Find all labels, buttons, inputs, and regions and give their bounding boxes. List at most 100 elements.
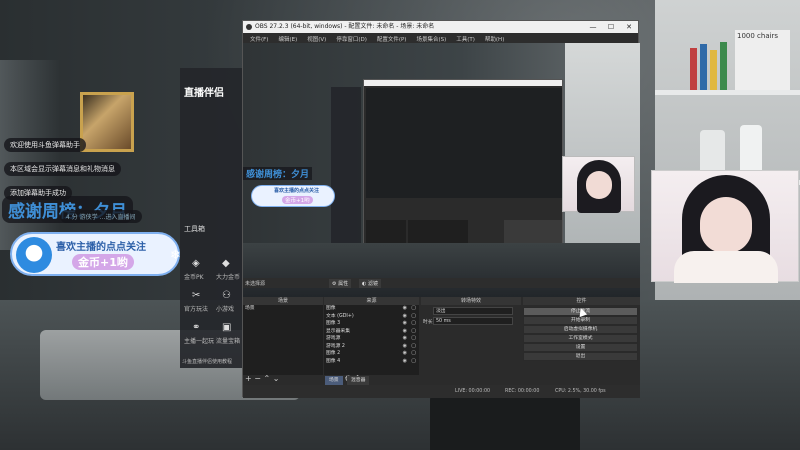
source-item[interactable]: 图像 2 ◉ ▢ (324, 350, 419, 358)
source-toolbar: 未选择源 ⚙ 属性 ◐ 滤镜 (243, 278, 640, 288)
douyu-helper-panel: 直播伴侣 工具箱 ◈ 金币PK ◆ 大力金币 ✂ 官方玩法 ⚇ 小游戏 ⚭ 主播… (180, 68, 242, 368)
tool-play-together[interactable]: 主播一起玩 (184, 336, 214, 345)
source-item[interactable]: 图像 4 ◉ ▢ (324, 358, 419, 366)
lock-icon[interactable]: ▢ (411, 335, 416, 343)
obs-titlebar[interactable]: OBS 27.2.3 (64-bit, windows) - 配置文件: 未命名… (243, 21, 638, 33)
cpu-fps: CPU: 2.5%, 30.00 fps (555, 389, 606, 394)
duration-label: 时长 (423, 320, 433, 325)
start-recording-button[interactable]: 开始录制 (523, 316, 638, 325)
danmu-message: 欢迎使用斗鱼弹幕助手 (4, 138, 86, 152)
eye-icon[interactable]: ◉ (403, 305, 407, 313)
lock-icon[interactable]: ▢ (411, 358, 416, 366)
lock-icon[interactable]: ▢ (411, 343, 416, 351)
live-timer: LIVE: 00:00:00 (455, 389, 491, 394)
close-icon[interactable]: ✕ (620, 21, 638, 33)
lock-icon[interactable]: ▢ (411, 320, 416, 328)
helper-tutorial-link[interactable]: 斗鱼直播伴侣使用教程 (182, 358, 232, 365)
nested-streamer-face (586, 171, 612, 199)
source-item[interactable]: 图像 ◉ ▢ (324, 305, 419, 313)
eye-icon[interactable]: ◉ (403, 313, 407, 321)
sources-list: 图像 ◉ ▢ 文本 (GDI+) ◉ ▢ 图像 3 ◉ ▢ 显示器采集 ◉ ▢ 游戏源 ◉ ▢ 游戏… (324, 305, 419, 375)
minimize-icon[interactable]: — (584, 21, 602, 33)
source-item[interactable]: 游戏源 2 ◉ ▢ (324, 343, 419, 351)
tab-scenes[interactable]: 场景 (325, 376, 343, 385)
nested-follow-card: 喜欢主播的点点关注 金币+1哟 (251, 185, 335, 207)
wall-painting (80, 92, 134, 152)
eye-icon[interactable]: ◉ (403, 343, 407, 351)
menu-profile[interactable]: 配置文件(P) (372, 33, 412, 43)
danmu-message: 本区域会显示弹幕消息和礼物消息 (4, 162, 121, 176)
studio-mode-button[interactable]: 工作室模式 (523, 334, 638, 343)
eye-icon[interactable]: ◉ (403, 328, 407, 336)
source-item[interactable]: 游戏源 ◉ ▢ (324, 335, 419, 343)
box-icon[interactable]: ▣ (222, 322, 231, 333)
tab-mixer[interactable]: 混音器 (347, 376, 370, 385)
menu-view[interactable]: 视图(V) (302, 33, 331, 43)
tool-big-coin[interactable]: 大力金币 (216, 272, 240, 281)
virtual-camera-button[interactable]: 启动虚拟摄像机 (523, 325, 638, 334)
lock-icon[interactable]: ▢ (411, 350, 416, 358)
source-label: 游戏源 2 (326, 343, 345, 349)
menu-edit[interactable]: 编辑(E) (273, 33, 302, 43)
game-icon[interactable]: ⚇ (222, 290, 231, 301)
move-up-icon[interactable]: ⌃ (264, 374, 271, 383)
maximize-icon[interactable]: ☐ (602, 21, 620, 33)
obs-app-icon (246, 24, 252, 30)
menu-docks[interactable]: 停靠窗口(D) (331, 33, 372, 43)
tool-coin-pk[interactable]: 金币PK (184, 272, 204, 281)
nested-desk (243, 243, 640, 297)
lock-icon[interactable]: ▢ (411, 305, 416, 313)
nested-webcam (562, 156, 635, 213)
tools-icon[interactable]: ✂ (192, 290, 200, 301)
eye-icon[interactable]: ◉ (403, 350, 407, 358)
obs-window: OBS 27.2.3 (64-bit, windows) - 配置文件: 未命名… (242, 20, 640, 398)
menu-scene-collection[interactable]: 场景集合(S) (411, 33, 451, 43)
source-label: 游戏源 (326, 336, 341, 341)
menu-tools[interactable]: 工具(T) (451, 33, 480, 43)
obs-status-bar: LIVE: 00:00:00 REC: 00:00:00 CPU: 2.5%, … (243, 385, 640, 398)
shelf-board (655, 90, 800, 95)
menu-help[interactable]: 帮助(H) (480, 33, 509, 43)
add-scene-icon[interactable]: + (245, 374, 252, 383)
obs-window-title: OBS 27.2.3 (64-bit, windows) - 配置文件: 未命名… (255, 23, 435, 30)
duration-input[interactable]: 50 ms (433, 317, 513, 325)
eye-icon[interactable]: ◉ (403, 335, 407, 343)
eye-icon[interactable]: ◉ (403, 320, 407, 328)
obs-preview-canvas[interactable]: 感谢周榜：夕月 喜欢主播的点点关注 金币+1哟 (243, 43, 640, 297)
exit-button[interactable]: 退出 (523, 352, 638, 361)
book (700, 44, 707, 90)
helper-logo: 直播伴侣 (184, 88, 224, 99)
book (720, 42, 727, 90)
follow-reminder-reward: 金币+1哟 (72, 254, 134, 270)
scene-item[interactable]: 场景 (243, 305, 323, 313)
scenes-dock-header: 场景 (243, 297, 323, 305)
menu-file[interactable]: 文件(F) (245, 33, 273, 43)
source-item[interactable]: 显示器采集 ◉ ▢ (324, 328, 419, 336)
source-label: 图像 4 (326, 358, 341, 364)
source-label: 图像 2 (326, 351, 341, 356)
tool-official-play[interactable]: 官方玩法 (184, 304, 208, 313)
link-icon[interactable]: ⚭ (192, 322, 200, 333)
remove-scene-icon[interactable]: − (254, 374, 261, 383)
filters-button-label: 滤镜 (367, 281, 378, 287)
webcam-overlay (651, 170, 799, 283)
streamer-face (700, 197, 752, 253)
settings-button[interactable]: 设置 (523, 343, 638, 352)
trophy-icon[interactable]: ◈ (192, 258, 200, 269)
office-chair (430, 390, 580, 450)
eye-icon[interactable]: ◉ (403, 358, 407, 366)
tool-treasure-box[interactable]: 流量宝箱 (216, 336, 240, 345)
rec-timer: REC: 00:00:00 (505, 389, 540, 394)
source-item[interactable]: 图像 3 ◉ ▢ (324, 320, 419, 328)
properties-button[interactable]: ⚙ 属性 (329, 279, 352, 288)
gift-icon[interactable]: ◆ (222, 258, 230, 269)
tool-mini-game[interactable]: 小游戏 (216, 304, 234, 313)
properties-button-label: 属性 (338, 281, 349, 287)
lock-icon[interactable]: ▢ (411, 313, 416, 321)
filters-button[interactable]: ◐ 滤镜 (359, 279, 381, 288)
toolbox-heading: 工具箱 (184, 225, 205, 233)
source-item[interactable]: 文本 (GDI+) ◉ ▢ (324, 313, 419, 321)
lock-icon[interactable]: ▢ (411, 328, 416, 336)
move-down-icon[interactable]: ⌄ (273, 374, 280, 383)
transition-type-select[interactable]: 淡出 (433, 307, 513, 315)
